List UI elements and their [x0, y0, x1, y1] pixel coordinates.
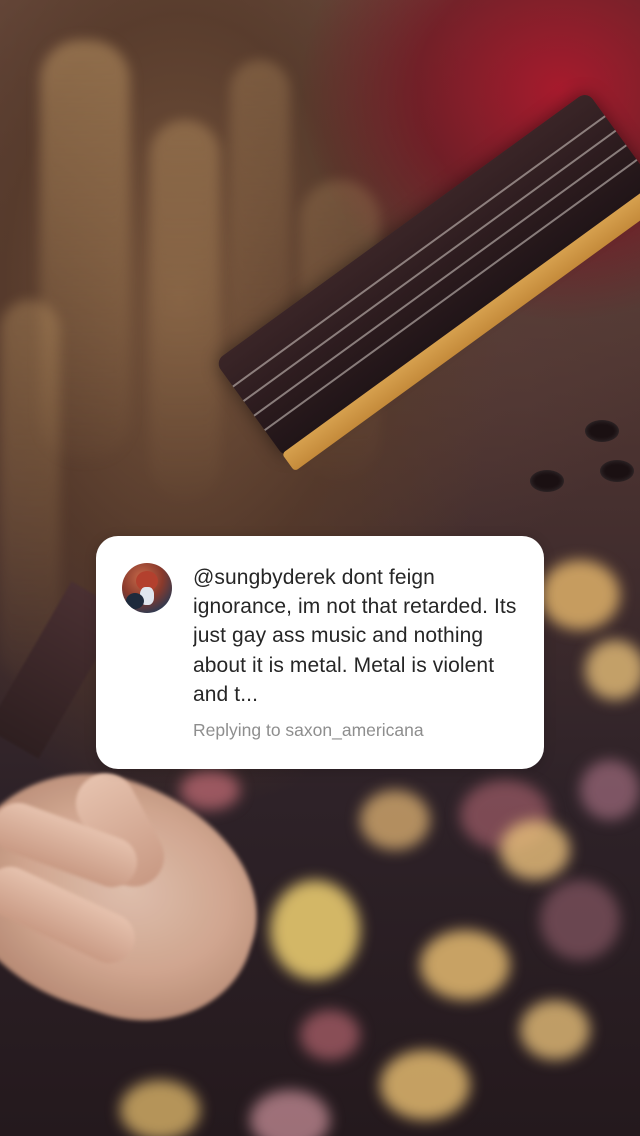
hair-texture	[150, 120, 220, 500]
user-avatar[interactable]	[122, 563, 172, 613]
floral-pattern	[250, 1090, 330, 1136]
comment-text: @sungbyderek dont feign ignorance, im no…	[193, 566, 517, 706]
violin-peg	[600, 460, 634, 482]
floral-pattern	[585, 640, 640, 700]
avatar-detail	[126, 593, 144, 609]
floral-pattern	[120, 1080, 200, 1136]
floral-pattern	[300, 1010, 360, 1060]
floral-pattern	[420, 930, 510, 1000]
floral-pattern	[500, 820, 570, 880]
floral-pattern	[270, 880, 360, 980]
floral-pattern	[180, 770, 240, 810]
comment-reply-card[interactable]: @sungbyderek dont feign ignorance, im no…	[96, 536, 544, 769]
replying-to-label: Replying to saxon_americana	[193, 720, 424, 740]
violin-peg	[585, 420, 619, 442]
violin-peg	[530, 470, 564, 492]
floral-pattern	[580, 760, 640, 820]
floral-pattern	[360, 790, 430, 850]
floral-pattern	[540, 880, 620, 960]
floral-pattern	[520, 1000, 590, 1060]
floral-pattern	[380, 1050, 470, 1120]
floral-pattern	[540, 560, 620, 630]
